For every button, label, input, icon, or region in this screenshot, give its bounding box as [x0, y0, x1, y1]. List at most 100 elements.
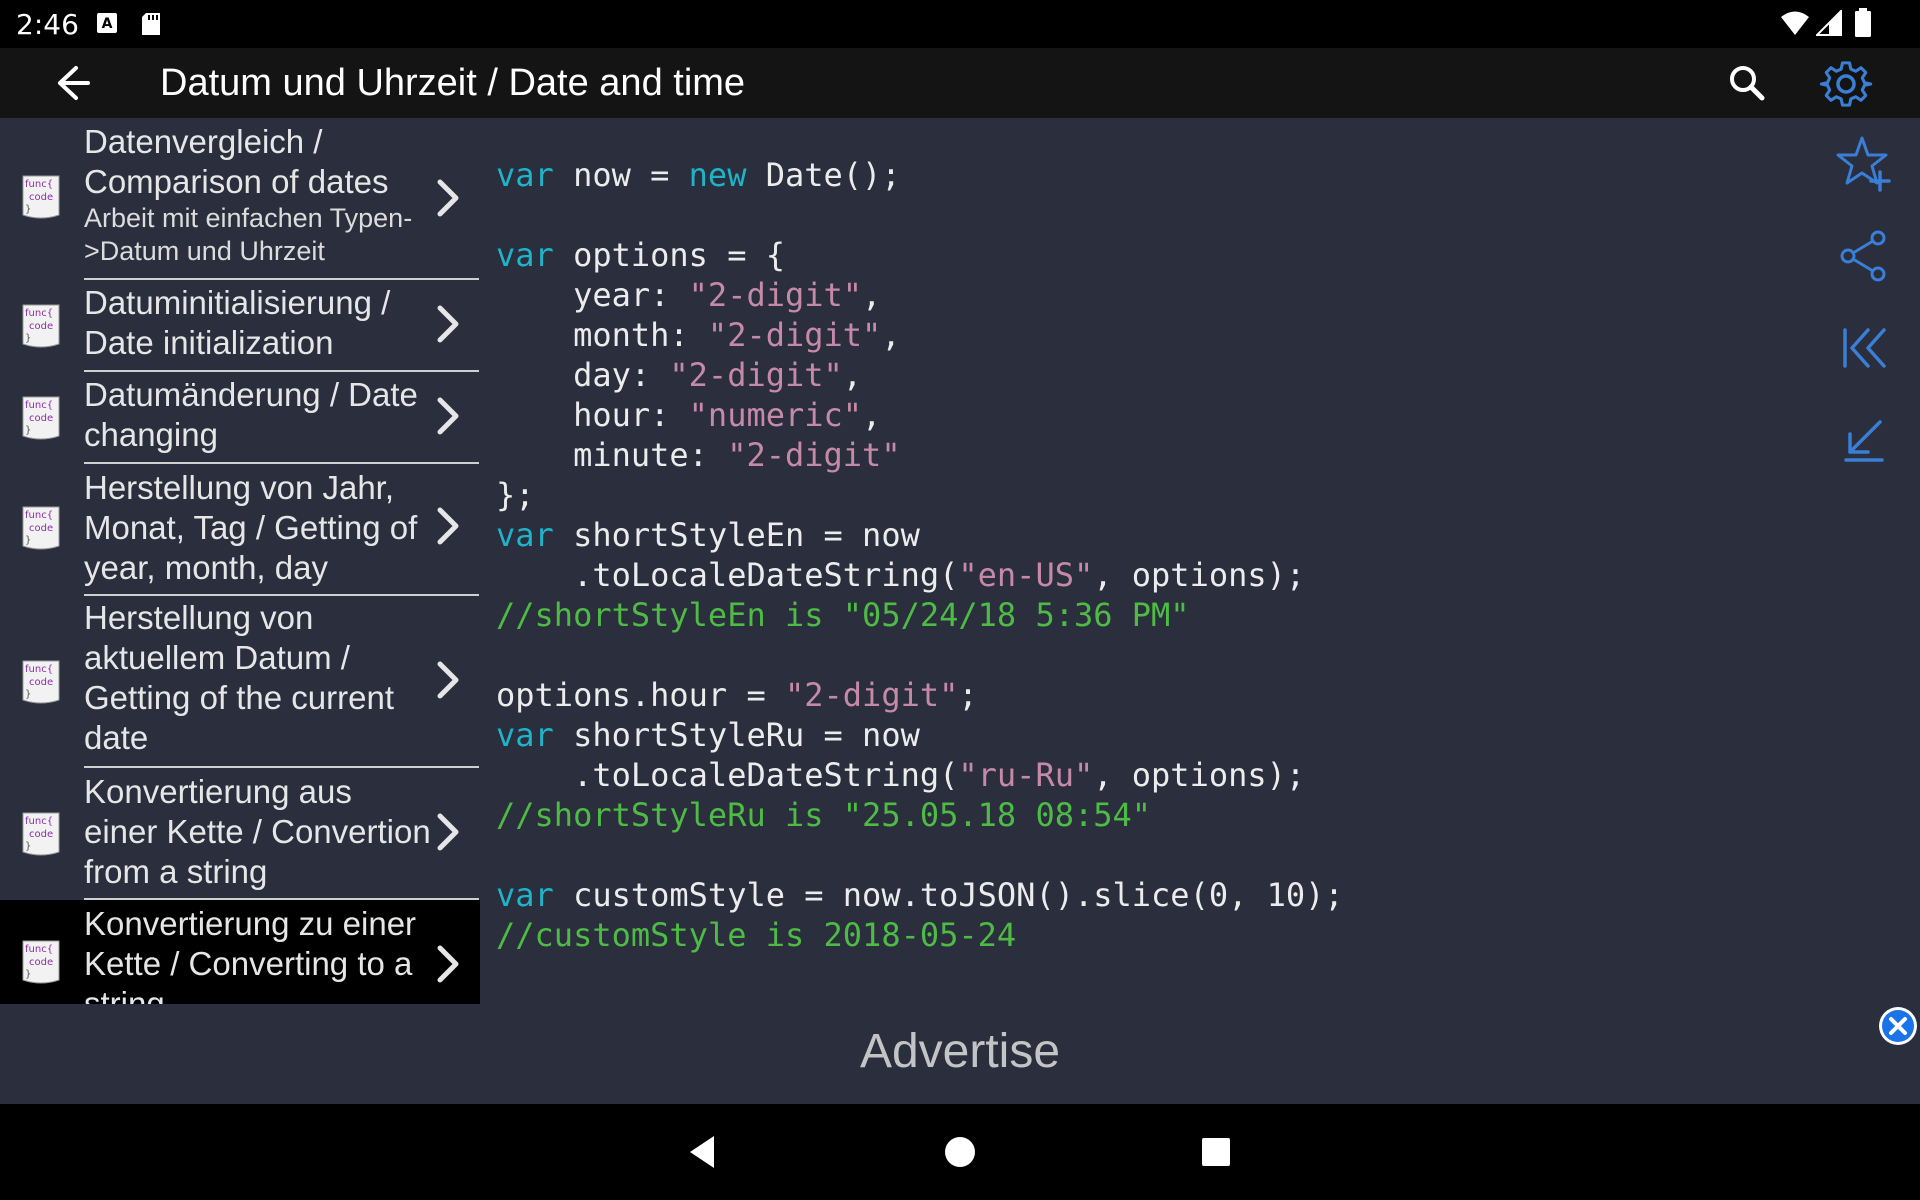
- code-line: .toLocaleDateString("ru-Ru", options);: [496, 755, 1344, 795]
- code-text: minute:: [496, 436, 728, 474]
- sidebar-item-label: Datuminitialisierung / Date initializati…: [84, 284, 391, 361]
- sidebar-item-text: Herstellung von aktuellem Datum / Gettin…: [84, 598, 432, 758]
- sidebar-item-label: Datenvergleich / Comparison of dates: [84, 123, 389, 200]
- code-line: //shortStyleEn is "05/24/18 5:36 PM": [496, 595, 1344, 635]
- svg-text:func{: func{: [25, 816, 53, 827]
- sidebar-item-date-initialization[interactable]: func{ code} Datuminitialisierung / Date i…: [0, 280, 480, 370]
- svg-text:code: code: [29, 192, 53, 203]
- code-line: hour: "numeric",: [496, 395, 1344, 435]
- back-arrow-icon: [58, 66, 90, 100]
- code-line: };: [496, 475, 1344, 515]
- search-button[interactable]: [1722, 58, 1772, 108]
- battery-icon: [1854, 8, 1872, 42]
- sidebar-item-comparison-of-dates[interactable]: func{code} Datenvergleich / Comparison o…: [0, 118, 480, 280]
- svg-text:func{: func{: [25, 664, 53, 675]
- ad-banner[interactable]: Advertise: [0, 1024, 1920, 1079]
- share-button[interactable]: [1834, 226, 1894, 286]
- nav-home-button[interactable]: [938, 1130, 982, 1174]
- svg-text:func{: func{: [25, 510, 53, 521]
- search-icon: [1730, 66, 1765, 101]
- bottom-arrow-icon: [1844, 420, 1884, 462]
- nav-recents-button[interactable]: [1194, 1130, 1238, 1174]
- svg-text:func{: func{: [25, 308, 53, 319]
- home-circle-icon: [945, 1137, 975, 1167]
- sidebar-item-text: Konvertierung aus einer Kette / Converti…: [84, 772, 432, 892]
- code-comment: //customStyle is 2018-05-24: [496, 916, 1017, 954]
- code-string: "ru-Ru": [958, 756, 1094, 794]
- chevron-right-icon: [432, 304, 462, 344]
- sidebar-item-text: Herstellung von Jahr, Monat, Tag / Getti…: [84, 468, 432, 588]
- navigation-bar: [0, 1104, 1920, 1200]
- svg-text:func{: func{: [25, 400, 53, 411]
- page-title: Datum und Uhrzeit / Date and time: [160, 62, 746, 104]
- signal-icon: [1814, 8, 1842, 40]
- code-keyword: var: [496, 156, 554, 194]
- code-text: hour:: [496, 396, 689, 434]
- code-keyword: var: [496, 716, 554, 754]
- settings-button[interactable]: [1818, 56, 1874, 112]
- chevron-right-icon: [432, 178, 462, 218]
- code-line: month: "2-digit",: [496, 315, 1344, 355]
- code-text: };: [496, 476, 535, 514]
- svg-text:}: }: [25, 969, 31, 980]
- gear-icon: [1819, 61, 1873, 107]
- scroll-bottom-button[interactable]: [1834, 410, 1894, 470]
- code-text: options = {: [553, 236, 785, 274]
- svg-text:code: code: [29, 957, 53, 968]
- code-text: customStyle = now.toJSON().slice(0, 10);: [553, 876, 1344, 914]
- sidebar-item-converting-to-string[interactable]: func{code} Konvertierung zu einer Kette …: [0, 900, 480, 1004]
- code-line: //customStyle is 2018-05-24: [496, 915, 1344, 955]
- status-bar: 2:46 A: [0, 0, 1920, 48]
- code-text: year:: [496, 276, 689, 314]
- svg-text:}: }: [25, 535, 31, 546]
- code-string: "2-digit": [669, 356, 843, 394]
- svg-text:}: }: [25, 841, 31, 852]
- sidebar-item-current-date[interactable]: func{code} Herstellung von aktuellem Dat…: [0, 596, 480, 766]
- chevron-right-icon: [432, 660, 462, 700]
- code-text: , options);: [1093, 556, 1306, 594]
- add-favorite-button[interactable]: [1834, 134, 1894, 194]
- code-line: day: "2-digit",: [496, 355, 1344, 395]
- code-text: day:: [496, 356, 670, 394]
- code-text: .toLocaleDateString(: [496, 556, 959, 594]
- back-triangle-icon: [690, 1136, 714, 1168]
- func-code-icon: func{code}: [20, 504, 62, 552]
- func-code-icon: func{code}: [20, 810, 62, 858]
- code-text: ,: [842, 356, 863, 394]
- ad-close-button[interactable]: [1878, 1006, 1918, 1046]
- func-code-icon: func{code}: [20, 173, 62, 221]
- sidebar-item-convertion-from-string[interactable]: func{code} Konvertierung aus einer Kette…: [0, 768, 480, 898]
- sidebar-item-date-changing[interactable]: func{code} Datumänderung / Date changing: [0, 372, 480, 462]
- func-code-icon: func{ code}: [20, 302, 62, 350]
- back-button[interactable]: [44, 60, 100, 106]
- code-line: var shortStyleRu = now: [496, 715, 1344, 755]
- first-page-icon: [1843, 328, 1886, 368]
- star-add-icon: [1836, 136, 1891, 192]
- svg-text:}: }: [25, 333, 31, 344]
- first-page-button[interactable]: [1834, 318, 1894, 378]
- sidebar-item-text: Datuminitialisierung / Date initializati…: [84, 283, 432, 363]
- code-text: month:: [496, 316, 708, 354]
- svg-text:func{: func{: [25, 179, 53, 190]
- svg-text:code: code: [29, 677, 53, 688]
- func-code-icon: func{code}: [20, 658, 62, 706]
- code-line: options.hour = "2-digit";: [496, 675, 1344, 715]
- close-icon: [1879, 1007, 1917, 1045]
- code-line: var customStyle = now.toJSON().slice(0, …: [496, 875, 1344, 915]
- app-bar: Datum und Uhrzeit / Date and time: [0, 48, 1920, 118]
- svg-text:code: code: [29, 321, 53, 332]
- sidebar-item-year-month-day[interactable]: func{code} Herstellung von Jahr, Monat, …: [0, 464, 480, 594]
- sidebar-item-text: Konvertierung zu einer Kette / Convertin…: [84, 904, 432, 1004]
- code-text: ,: [881, 316, 901, 354]
- nav-back-button[interactable]: [682, 1130, 726, 1174]
- code-line: //shortStyleRu is "25.05.18 08:54": [496, 795, 1344, 835]
- func-code-icon: func{code}: [20, 394, 62, 442]
- code-line: .toLocaleDateString("en-US", options);: [496, 555, 1344, 595]
- wifi-icon: [1780, 10, 1810, 40]
- code-comment: //shortStyleEn is "05/24/18 5:36 PM": [496, 596, 1190, 634]
- sidebar-item-label: Konvertierung aus einer Kette / Converti…: [84, 773, 431, 890]
- code-keyword: new: [688, 156, 747, 194]
- code-line: var shortStyleEn = now: [496, 515, 1344, 555]
